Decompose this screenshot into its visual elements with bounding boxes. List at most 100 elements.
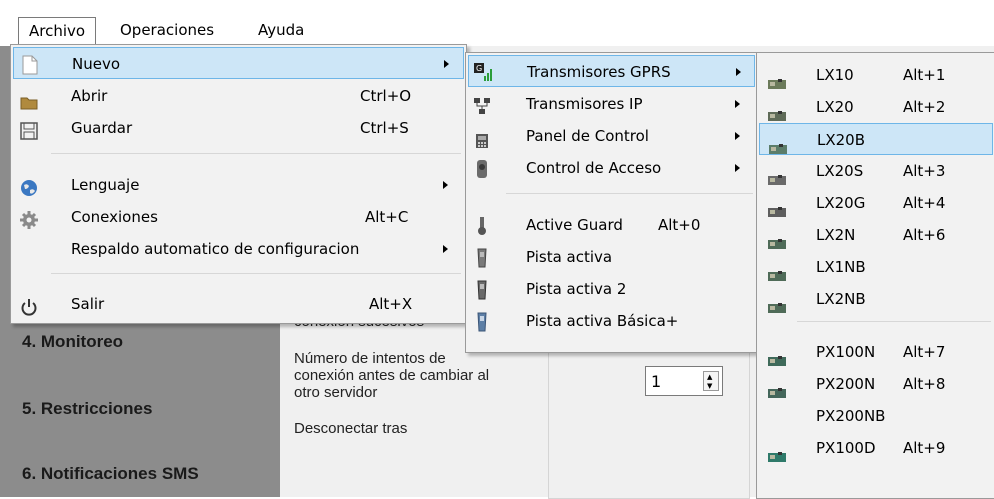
menu-item-lx10[interactable]: LX10 Alt+1: [759, 59, 993, 91]
menu-item-control-de-acceso[interactable]: Control de Acceso: [468, 152, 755, 184]
menu-item-px100n[interactable]: PX100N Alt+7: [759, 336, 993, 368]
spinner-buttons[interactable]: ▲ ▼: [703, 371, 719, 391]
menu-item-shortcut: Alt+7: [903, 343, 946, 361]
submenu-arrow-icon: [736, 68, 741, 76]
step-notificaciones-sms[interactable]: 6. Notificaciones SMS: [22, 464, 199, 484]
menu-item-label: Abrir: [71, 87, 108, 105]
menu-item-label: LX2N: [816, 226, 856, 244]
label-desconectar-tras: Desconectar tras: [294, 420, 408, 437]
menu-item-label: Respaldo automatico de configuracion: [71, 240, 360, 258]
archivo-menu: Nuevo Abrir Ctrl+O Guardar Ctrl+S Lengua…: [10, 44, 467, 324]
menu-item-lx20s[interactable]: LX20S Alt+3: [759, 155, 993, 187]
menu-item-label: Control de Acceso: [526, 159, 662, 177]
menu-item-shortcut: Alt+0: [658, 216, 701, 234]
menu-item-label: PX200N: [816, 375, 876, 393]
board-icon: [767, 442, 787, 474]
menu-item-lenguaje[interactable]: Lenguaje: [13, 169, 464, 201]
menu-item-shortcut: Alt+8: [903, 375, 946, 393]
menu-item-label: LX20B: [817, 131, 866, 149]
menu-item-pista-activa-basica[interactable]: Pista activa Básica+: [468, 305, 755, 337]
label-attempts-line2: conexión antes de cambiar al: [294, 367, 490, 384]
menu-archivo[interactable]: Archivo: [18, 17, 97, 45]
menu-item-label: Salir: [71, 295, 105, 313]
menu-item-label: Transmisores GPRS: [527, 63, 671, 81]
menu-item-label: LX1NB: [816, 258, 866, 276]
step-restricciones[interactable]: 5. Restricciones: [22, 399, 152, 419]
menu-item-lx1nb[interactable]: LX1NB: [759, 251, 993, 283]
fingerprint-icon: [475, 158, 489, 190]
menu-item-label: Pista activa: [526, 248, 613, 266]
menu-item-label: Active Guard: [526, 216, 623, 234]
menu-operaciones[interactable]: Operaciones: [110, 17, 224, 43]
menu-item-lx2n[interactable]: LX2N Alt+6: [759, 219, 993, 251]
menu-item-shortcut: Alt+4: [903, 194, 946, 212]
menu-item-lx20[interactable]: LX20 Alt+2: [759, 91, 993, 123]
menu-item-label: Nuevo: [72, 55, 121, 73]
power-icon: [20, 295, 38, 327]
menu-item-panel-de-control[interactable]: Panel de Control: [468, 120, 755, 152]
attempts-value: 1: [651, 372, 662, 391]
menu-item-label: PX100D: [816, 439, 876, 457]
menu-bar: Archivo Operaciones Ayuda: [0, 0, 994, 46]
attempts-spinner[interactable]: 1 ▲ ▼: [645, 366, 723, 396]
menu-separator: [506, 193, 753, 194]
menu-item-shortcut: Ctrl+S: [360, 119, 409, 137]
spin-down-icon[interactable]: ▼: [707, 383, 712, 390]
save-icon: [20, 119, 38, 151]
menu-item-shortcut: Alt+9: [903, 439, 946, 457]
menu-item-nuevo[interactable]: Nuevo: [13, 47, 464, 79]
menu-ayuda[interactable]: Ayuda: [248, 17, 314, 43]
menu-item-label: Conexiones: [71, 208, 158, 226]
menu-item-label: Transmisores IP: [526, 95, 643, 113]
menu-separator: [797, 321, 991, 322]
menu-item-label: LX2NB: [816, 290, 866, 308]
menu-item-shortcut: Ctrl+O: [360, 87, 412, 105]
label-attempts-line3: otro servidor: [294, 384, 378, 401]
submenu-arrow-icon: [443, 181, 448, 189]
menu-item-label: Panel de Control: [526, 127, 649, 145]
label-attempts-line1: Número de intentos de: [294, 350, 446, 367]
menu-item-px200n[interactable]: PX200N Alt+8: [759, 368, 993, 400]
submenu-arrow-icon: [735, 100, 740, 108]
menu-item-label: Pista activa 2: [526, 280, 627, 298]
menu-item-shortcut: Alt+C: [365, 208, 409, 226]
menu-item-lx20b[interactable]: LX20B: [759, 123, 993, 155]
menu-item-salir[interactable]: Salir Alt+X: [13, 288, 464, 320]
menu-item-px100d[interactable]: PX100D Alt+9: [759, 432, 993, 464]
menu-item-label: Pista activa Básica+: [526, 312, 679, 330]
menu-item-lx2nb[interactable]: LX2NB: [759, 283, 993, 315]
menu-item-pista-activa[interactable]: Pista activa: [468, 241, 755, 273]
menu-item-shortcut: Alt+X: [369, 295, 413, 313]
menu-item-conexiones[interactable]: Conexiones Alt+C: [13, 201, 464, 233]
menu-item-shortcut: Alt+6: [903, 226, 946, 244]
menu-item-label: LX20S: [816, 162, 864, 180]
nuevo-submenu: G Transmisores GPRS Transmisores IP Pane…: [465, 52, 758, 353]
submenu-arrow-icon: [444, 60, 449, 68]
menu-separator: [51, 153, 461, 154]
menu-item-label: Lenguaje: [71, 176, 140, 194]
menu-item-px200nb[interactable]: PX200NB: [759, 400, 993, 432]
submenu-arrow-icon: [735, 164, 740, 172]
svg-text:G: G: [476, 64, 482, 73]
board-icon: [767, 293, 787, 325]
menu-item-shortcut: Alt+1: [903, 66, 946, 84]
menu-item-label: PX100N: [816, 343, 876, 361]
menu-item-transmisores-gprs[interactable]: G Transmisores GPRS: [468, 55, 755, 87]
menu-item-active-guard[interactable]: Active Guard Alt+0: [468, 209, 755, 241]
menu-item-label: LX20: [816, 98, 854, 116]
step-monitoreo[interactable]: 4. Monitoreo: [22, 332, 123, 352]
menu-item-label: LX20G: [816, 194, 866, 212]
menu-item-pista-activa-2[interactable]: Pista activa 2: [468, 273, 755, 305]
submenu-arrow-icon: [443, 245, 448, 253]
transmisores-gprs-submenu: LX10 Alt+1 LX20 Alt+2 LX20B LX20S Alt+3 LX20G Al…: [756, 52, 994, 499]
spin-up-icon[interactable]: ▲: [707, 374, 712, 381]
menu-item-guardar[interactable]: Guardar Ctrl+S: [13, 112, 464, 144]
menu-item-transmisores-ip[interactable]: Transmisores IP: [468, 88, 755, 120]
menu-separator: [51, 273, 461, 274]
menu-item-abrir[interactable]: Abrir Ctrl+O: [13, 80, 464, 112]
menu-item-lx20g[interactable]: LX20G Alt+4: [759, 187, 993, 219]
menu-item-label: PX200NB: [816, 407, 886, 425]
menu-item-label: LX10: [816, 66, 854, 84]
menu-item-shortcut: Alt+3: [903, 162, 946, 180]
menu-item-respaldo[interactable]: Respaldo automatico de configuracion: [13, 233, 464, 265]
